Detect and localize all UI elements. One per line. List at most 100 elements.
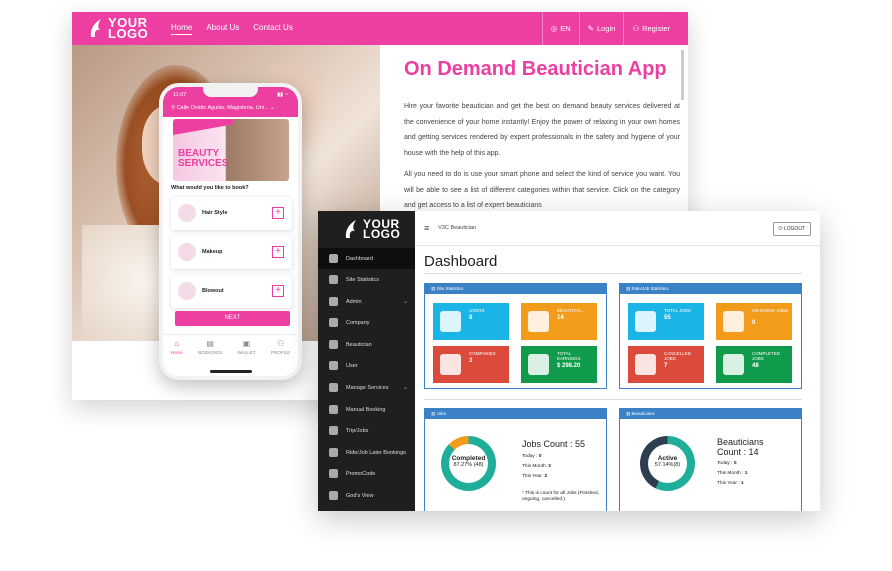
key-icon: ✎ <box>587 24 594 33</box>
tile-completed-jobs[interactable]: COMPLETED JOBS 48 <box>716 346 792 383</box>
tab-wallet[interactable]: ▣ WALLET <box>238 335 256 364</box>
tile-users[interactable]: USERS 8 <box>433 303 509 340</box>
stat-label: Today : <box>717 461 733 466</box>
stat-label: This Year : <box>717 481 740 486</box>
donut-label: Active <box>657 455 678 462</box>
banner-line-2: SERVICES <box>178 158 229 169</box>
tile-value: 8 <box>469 315 473 321</box>
stat-label: This Year : <box>522 474 545 479</box>
admin-brand: V3C Beautician <box>438 225 477 231</box>
menu-company[interactable]: Company <box>318 312 415 333</box>
beauticians-count: Beauticians Count : 14 <box>717 437 764 457</box>
site-scrollbar[interactable] <box>681 50 684 100</box>
menu-label: God's View <box>346 492 374 499</box>
users-icon <box>329 361 338 370</box>
plus-icon[interactable]: + <box>272 207 284 219</box>
menu-label: Manage Services <box>346 384 389 391</box>
beauticians-month: This Month : 1 <box>717 471 747 476</box>
intro-paragraph: Hire your favorite beautician and get th… <box>404 103 680 157</box>
menu-admin[interactable]: Admin ⌄ <box>318 291 415 312</box>
cancel-icon <box>635 354 656 375</box>
next-button[interactable]: NEXT <box>175 311 290 326</box>
language-selector[interactable]: ◎ EN <box>541 12 579 45</box>
beautician-icon <box>528 311 549 332</box>
language-label: EN <box>560 24 571 33</box>
banner-accent <box>173 119 233 135</box>
stat-value: 1 <box>741 481 744 486</box>
logo-text-bottom: LOGO <box>363 227 401 241</box>
panel-title: Jobs <box>436 411 447 416</box>
logo-icon <box>90 19 101 37</box>
menu-trip-jobs[interactable]: Trip/Jobs <box>318 420 415 441</box>
panel-title: Site Statistics <box>436 286 464 291</box>
plus-icon[interactable]: + <box>272 246 284 258</box>
nav-contact[interactable]: Contact Us <box>253 23 293 35</box>
stat-value: 2 <box>548 464 552 469</box>
home-indicator <box>210 370 252 373</box>
beauticians-donut-chart: Active 57.14%(8) <box>640 436 695 491</box>
menu-gods-view[interactable]: God's View <box>318 485 415 506</box>
location-text: Calle Ovidio Aguilar, Magisteria, Uni... <box>176 105 269 111</box>
nav-about[interactable]: About Us <box>206 23 239 35</box>
service-label: Hair Style <box>202 210 228 216</box>
tile-label: USERS <box>469 308 485 313</box>
menu-dashboard[interactable]: Dashboard <box>318 248 415 269</box>
tile-companies[interactable]: COMPANIES 3 <box>433 346 509 383</box>
tile-beauticians[interactable]: BEAUTICIA... 14 <box>521 303 597 340</box>
service-makeup[interactable]: Makeup + <box>171 236 292 269</box>
tile-value: $ 298.20 <box>557 363 581 369</box>
beautician-icon <box>329 340 338 349</box>
menu-manual-booking[interactable]: Manual Booking <box>318 399 415 420</box>
menu-beautician[interactable]: Beautician <box>318 334 415 355</box>
tile-label: TOTAL EARNINGS <box>557 351 581 361</box>
menu-site-statistics[interactable]: Site Statistics <box>318 269 415 290</box>
site-nav-actions: ◎ EN ✎ Login ⚇ Register <box>541 12 678 45</box>
users-icon <box>440 311 461 332</box>
site-logo[interactable]: YOUR LOGO <box>88 16 148 40</box>
tab-label: BOOKINGS <box>198 350 223 355</box>
service-hair-style[interactable]: Hair Style + <box>171 197 292 230</box>
jobs-donut-chart: Completed 87.27% (48) <box>441 436 496 491</box>
logout-button[interactable]: ⏻ LOGOUT <box>772 222 811 236</box>
logout-label: LOGOUT <box>783 226 805 232</box>
tile-cancelled-jobs[interactable]: CANCELLED JOBS 7 <box>628 346 704 383</box>
section-divider <box>424 399 802 400</box>
menu-user[interactable]: User <box>318 355 415 376</box>
nav-home[interactable]: Home <box>171 23 193 35</box>
menu-label: Beautician <box>346 341 372 348</box>
menu-label: PromoCode <box>346 470 376 477</box>
admin-sidebar: YOUR LOGO Dashboard Site Statistics Admin… <box>318 211 415 511</box>
tab-bookings[interactable]: ▤ BOOKINGS <box>198 335 222 364</box>
service-blowout[interactable]: Blowout + <box>171 275 292 308</box>
menu-toggle-icon[interactable]: ≡ <box>424 223 429 233</box>
menu-later-bookings[interactable]: Ride/Job Later Bookings <box>318 442 415 463</box>
dashboard-title: Dashboard <box>424 253 498 270</box>
login-button[interactable]: ✎ Login <box>578 12 624 45</box>
tile-label: TOTAL JOBS <box>664 308 691 313</box>
donut-value: 87.27% (48) <box>453 462 484 468</box>
register-button[interactable]: ⚇ Register <box>623 12 678 45</box>
tile-total-earnings[interactable]: TOTAL EARNINGS $ 298.20 <box>521 346 597 383</box>
admin-logo[interactable]: YOUR LOGO <box>343 218 400 240</box>
menu-manage-services[interactable]: Manage Services ⌄ <box>318 377 415 398</box>
site-navbar: YOUR LOGO Home About Us Contact Us ◎ EN ✎ L… <box>72 12 688 45</box>
stat-label: This Month : <box>522 464 549 469</box>
location-pin-icon: ⚲ <box>171 105 176 111</box>
bookings-icon: ▤ <box>206 339 214 348</box>
tab-home[interactable]: ⌂ Home <box>171 335 183 364</box>
menu-label: User <box>346 362 358 369</box>
tile-ongoing-jobs[interactable]: ON GOING JOBS 0 <box>716 303 792 340</box>
site-content: On Demand Beautician App Hire your favor… <box>404 58 680 220</box>
tile-value: 7 <box>664 363 668 369</box>
company-icon <box>329 318 338 327</box>
donut-value: 57.14%(8) <box>654 462 681 468</box>
jobs-month: This Month :2 <box>522 464 551 469</box>
plus-icon[interactable]: + <box>272 285 284 297</box>
tile-value: 14 <box>557 315 564 321</box>
stat-value: 0 <box>733 461 737 466</box>
location-bar[interactable]: ⚲ Calle Ovidio Aguilar, Magisteria, Uni.… <box>163 101 298 117</box>
tile-total-jobs[interactable]: TOTAL JOBS 55 <box>628 303 704 340</box>
tab-profile[interactable]: ⚇ PROFILE <box>271 335 290 364</box>
menu-promocode[interactable]: PromoCode <box>318 463 415 484</box>
promo-banner[interactable]: BEAUTY SERVICES <box>173 119 289 181</box>
